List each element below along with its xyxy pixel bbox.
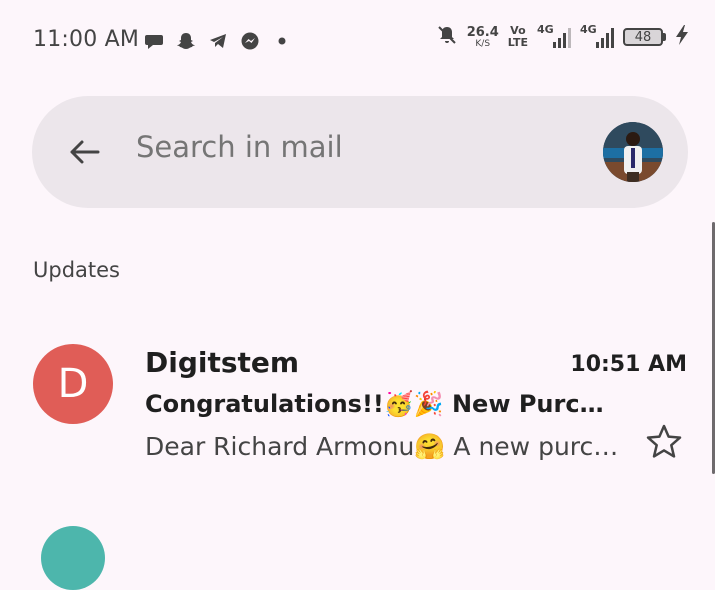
signal-1-icon: 4G <box>537 23 571 48</box>
telegram-icon <box>207 30 229 52</box>
network-speed: 26.4 K/S <box>467 26 499 49</box>
signal-1-label: 4G <box>537 23 554 36</box>
next-mail-avatar[interactable] <box>41 526 105 590</box>
sender-avatar[interactable]: D <box>33 344 113 424</box>
back-arrow-icon[interactable] <box>64 132 104 172</box>
network-speed-value: 26.4 <box>466 24 499 40</box>
section-label-updates: Updates <box>33 258 120 282</box>
mail-subject: Congratulations!!🥳🎉 New Purc… <box>145 390 604 418</box>
volte-bottom: LTE <box>507 36 528 49</box>
system-status-icons: 26.4 K/S Vo LTE 4G 4G 48 <box>436 23 689 50</box>
signal-2-icon: 4G <box>580 23 614 48</box>
more-dot-icon <box>271 30 293 52</box>
mail-snippet: Dear Richard Armonu🤗 A new purc… <box>145 432 619 461</box>
messenger-icon <box>239 30 261 52</box>
status-time: 11:00 AM <box>33 27 140 52</box>
status-bar: 11:00 AM 26.4 K/S Vo LTE 4G 4G 48 <box>0 20 715 60</box>
mail-time: 10:51 AM <box>570 352 687 377</box>
mail-sender: Digitstem <box>145 346 300 379</box>
snapchat-icon <box>175 30 197 52</box>
account-avatar[interactable] <box>603 122 663 182</box>
search-bar[interactable] <box>32 96 688 208</box>
mute-bell-icon <box>436 24 458 50</box>
chat-bubble-icon <box>143 30 165 52</box>
search-input[interactable] <box>136 130 556 164</box>
battery-icon: 48 <box>623 28 666 46</box>
battery-level: 48 <box>623 28 663 46</box>
charging-bolt-icon <box>675 24 689 50</box>
mail-list-item[interactable]: D Digitstem 10:51 AM Congratulations!!🥳🎉… <box>0 330 715 480</box>
notification-icons <box>143 30 293 52</box>
volte-indicator: Vo LTE <box>508 25 528 48</box>
star-icon[interactable] <box>644 422 684 462</box>
network-speed-unit: K/S <box>475 38 491 49</box>
signal-2-label: 4G <box>580 23 597 36</box>
